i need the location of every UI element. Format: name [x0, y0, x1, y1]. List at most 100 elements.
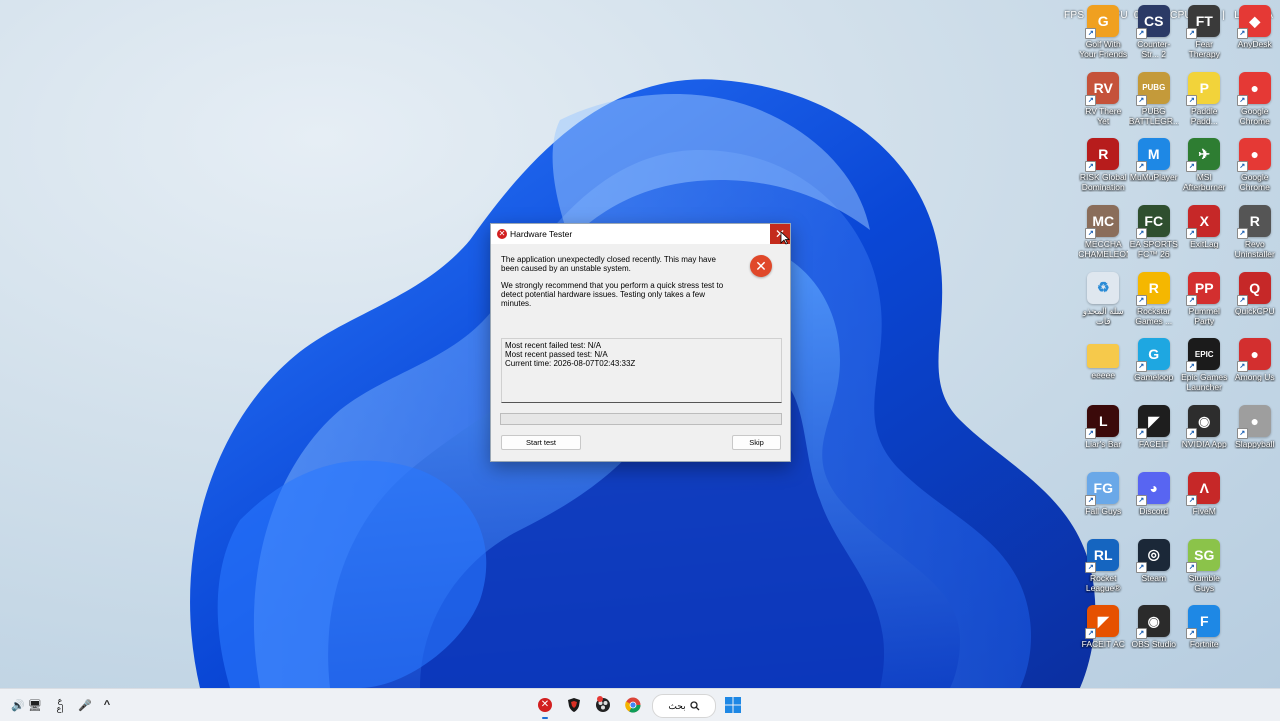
desktop-shortcut[interactable]: ◎↗Steam: [1129, 536, 1180, 603]
desktop-shortcut[interactable]: eeeee: [1078, 335, 1129, 402]
shortcut-label: Stumble Guys: [1179, 573, 1229, 593]
desktop-shortcut[interactable]: R↗RISK Global Domination: [1078, 135, 1129, 202]
shortcut-label: EA SPORTS FC™ 26: [1129, 239, 1179, 259]
desktop-shortcut[interactable]: P↗Paddle Padd...: [1179, 69, 1230, 136]
desktop-shortcut[interactable]: CS↗Counter-Str... 2: [1129, 2, 1180, 69]
dialog-titlebar[interactable]: ✕ Hardware Tester ✕: [491, 224, 790, 244]
taskbar-app-shield[interactable]: [563, 689, 585, 721]
desktop-shortcut[interactable]: ●↗Google Chrome: [1230, 69, 1280, 136]
desktop-shortcut[interactable]: ◤↗FACEIT AC: [1078, 602, 1129, 669]
desktop-shortcut[interactable]: RL↗Rocket League®: [1078, 536, 1129, 603]
desktop-shortcut[interactable]: ●↗Google Chrome: [1230, 135, 1280, 202]
desktop-shortcut[interactable]: X↗ExitLag: [1179, 202, 1230, 269]
anydesk-icon: ◆↗: [1239, 5, 1271, 37]
desktop-shortcut[interactable]: FT↗Fear Therapy: [1179, 2, 1230, 69]
shortcut-arrow-icon: ↗: [1237, 161, 1248, 172]
shortcut-label: Fear Therapy: [1179, 39, 1229, 59]
desktop-shortcut[interactable]: R↗Revo Uninstaller: [1230, 202, 1280, 269]
shield-icon: [566, 697, 582, 713]
shortcut-label: Discord: [1129, 506, 1179, 516]
icon-glyph: SG: [1194, 547, 1214, 563]
desktop-shortcut[interactable]: L↗Liar's Bar: [1078, 402, 1129, 469]
desktop-shortcut[interactable]: ◤↗FACEIT: [1129, 402, 1180, 469]
empty-desktop-slot: [1230, 536, 1280, 603]
chevron-up-icon[interactable]: ^: [100, 689, 114, 721]
shortcut-arrow-icon: ↗: [1136, 428, 1147, 439]
desktop-shortcut[interactable]: ◕↗ Discord: [1129, 469, 1180, 536]
microphone-icon[interactable]: 🎤: [76, 689, 94, 721]
icon-glyph: CS: [1144, 13, 1163, 29]
exitlag-icon: X↗: [1188, 205, 1220, 237]
desktop-shortcut[interactable]: FC↗EA SPORTS FC™ 26: [1129, 202, 1180, 269]
desktop-shortcut[interactable]: PP↗Pummel Party: [1179, 269, 1230, 336]
start-test-button[interactable]: Start test: [501, 435, 581, 450]
desktop-shortcut[interactable]: ◆↗AnyDesk: [1230, 2, 1280, 69]
slappyball-icon: ●↗: [1239, 405, 1271, 437]
shortcut-label: NVIDIA App: [1179, 439, 1229, 449]
shortcut-arrow-icon: ↗: [1186, 95, 1197, 106]
discord-icon: ◕↗: [1138, 472, 1170, 504]
mouse-cursor-icon: [780, 231, 790, 245]
icon-glyph: ◉: [1198, 413, 1210, 430]
language-bottom: ع|: [57, 705, 64, 713]
icon-glyph: F: [1200, 613, 1209, 629]
taskbar-search[interactable]: بحث: [652, 694, 716, 718]
taskbar-app-obs[interactable]: [592, 689, 614, 721]
icon-glyph: RL: [1094, 547, 1113, 563]
desktop-shortcut[interactable]: SG↗Stumble Guys: [1179, 536, 1230, 603]
shortcut-arrow-icon: ↗: [1136, 161, 1147, 172]
shortcut-arrow-icon: ↗: [1186, 161, 1197, 172]
obs-icon: ◉↗: [1138, 605, 1170, 637]
desktop-shortcut[interactable]: ◉↗NVIDIA App: [1179, 402, 1230, 469]
desktop-shortcut[interactable]: FG↗Fall Guys: [1078, 469, 1129, 536]
volume-icon[interactable]: 🔊: [8, 689, 28, 721]
desktop-shortcut[interactable]: EPIC↗Epic Games Launcher: [1179, 335, 1230, 402]
shortcut-label: OBS Studio: [1129, 639, 1179, 649]
desktop-shortcut[interactable]: M↗MuMuPlayer: [1129, 135, 1180, 202]
skip-button[interactable]: Skip: [732, 435, 781, 450]
desktop-shortcut[interactable]: RV↗RV There Yet: [1078, 69, 1129, 136]
stumble-guys-icon: SG↗: [1188, 539, 1220, 571]
desktop-shortcut[interactable]: F↗Fortnite: [1179, 602, 1230, 669]
desktop-shortcut[interactable]: MC↗MECCHA CHAMELEON: [1078, 202, 1129, 269]
shortcut-arrow-icon: ↗: [1136, 228, 1147, 239]
pummel-party-icon: PP↗: [1188, 272, 1220, 304]
network-icon[interactable]: 🖥: [28, 689, 42, 721]
icon-glyph: MC: [1092, 213, 1114, 229]
icon-glyph: Λ: [1200, 480, 1209, 496]
desktop-icon-grid: G↗Golf With Your FriendsCS↗Counter-Str..…: [1078, 2, 1280, 662]
desktop-shortcut[interactable]: ◉↗ OBS Studio: [1129, 602, 1180, 669]
quickcpu-icon: Q↗: [1239, 272, 1271, 304]
desktop-shortcut[interactable]: ●↗Among Us: [1230, 335, 1280, 402]
taskbar-app-chrome[interactable]: [622, 689, 644, 721]
shortcut-label: Rockstar Games ...: [1129, 306, 1179, 326]
icon-glyph: RV: [1094, 80, 1113, 96]
icon-glyph: R: [1149, 280, 1159, 296]
taskbar-app-hardware-tester[interactable]: ✕: [534, 689, 556, 721]
pubg-icon: PUBG↗: [1138, 72, 1170, 104]
desktop-shortcut[interactable]: G↗Gameloop: [1129, 335, 1180, 402]
shortcut-label: Epic Games Launcher: [1179, 372, 1229, 392]
desktop-shortcut[interactable]: Q↗QuickCPU: [1230, 269, 1280, 336]
icon-glyph: ◆: [1249, 13, 1260, 30]
desktop: FPS0 GPU0% | CPU0% | LATNA G↗Golf With Y…: [0, 0, 1280, 688]
desktop-shortcut[interactable]: ♻سلة المحذو فات: [1078, 269, 1129, 336]
desktop-shortcut[interactable]: ✈↗MSI Afterburner: [1179, 135, 1230, 202]
search-text: بحث: [668, 701, 685, 712]
icon-glyph: R: [1098, 146, 1108, 162]
current-time: Current time: 2026-08-07T02:43:33Z: [502, 360, 781, 369]
desktop-shortcut[interactable]: ●↗Slappyball: [1230, 402, 1280, 469]
shortcut-label: Rocket League®: [1078, 573, 1128, 593]
desktop-shortcut[interactable]: PUBG↗PUBG BATTLEGR...: [1129, 69, 1180, 136]
error-icon: ✕: [750, 255, 772, 277]
empty-desktop-slot: [1230, 469, 1280, 536]
desktop-shortcut[interactable]: Λ↗FiveM: [1179, 469, 1230, 536]
shortcut-arrow-icon: ↗: [1085, 495, 1096, 506]
shortcut-label: FACEIT AC: [1078, 639, 1128, 649]
shortcut-label: Counter-Str... 2: [1129, 39, 1179, 59]
start-button[interactable]: [722, 689, 744, 721]
desktop-shortcut[interactable]: R↗Rockstar Games ...: [1129, 269, 1180, 336]
shortcut-label: Google Chrome: [1230, 106, 1280, 126]
desktop-shortcut[interactable]: G↗Golf With Your Friends: [1078, 2, 1129, 69]
language-indicator[interactable]: ع ع|: [52, 689, 68, 721]
